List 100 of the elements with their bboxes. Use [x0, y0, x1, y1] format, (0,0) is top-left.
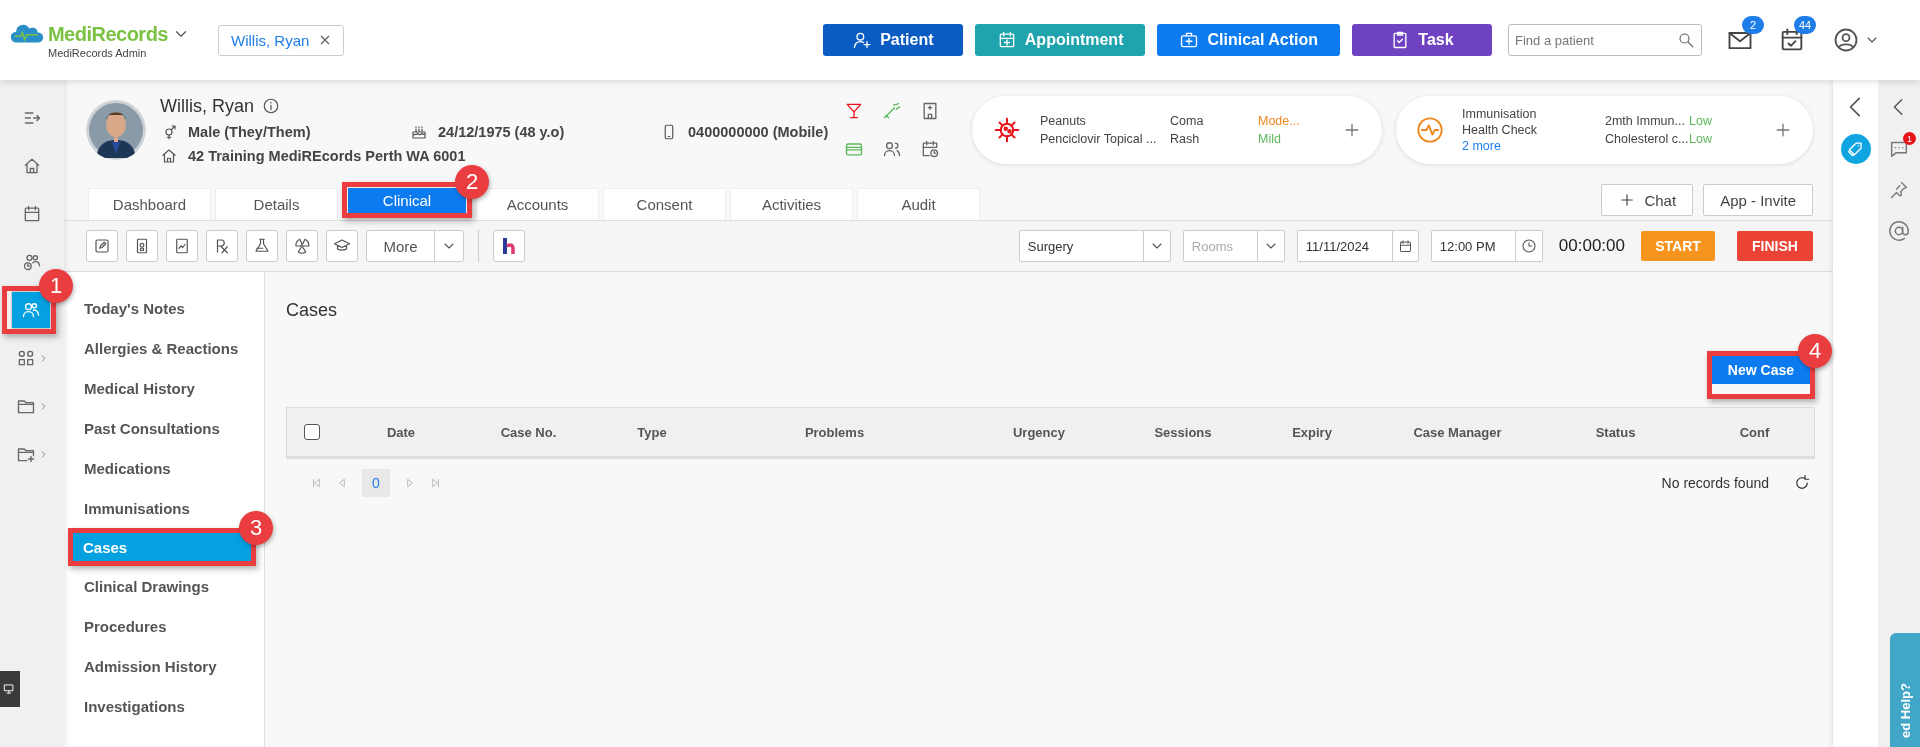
column-header[interactable]: Conf [1695, 424, 1814, 440]
finish-button[interactable]: FINISH [1737, 231, 1813, 261]
tab[interactable]: Consent [603, 188, 726, 220]
info-icon [262, 97, 280, 115]
previous-page-icon [336, 477, 348, 489]
people-icon [882, 139, 902, 159]
empty-message: No records found [1661, 475, 1769, 491]
column-header[interactable]: Problems [712, 424, 957, 440]
tool-button[interactable] [126, 230, 158, 262]
menu-item[interactable]: Past Consultations [64, 408, 264, 448]
search-icon [1677, 31, 1695, 49]
column-header[interactable]: Expiry [1245, 424, 1379, 440]
count-badge: 1 [1903, 132, 1916, 145]
close-icon[interactable] [319, 34, 332, 46]
refresh-icon [1793, 474, 1811, 492]
new-case-button[interactable]: New Case [1711, 356, 1810, 384]
home-icon [22, 156, 42, 176]
allergy-reaction: Coma [1170, 114, 1205, 128]
edit-note-icon [93, 237, 111, 255]
tool-button[interactable] [206, 230, 238, 262]
action-button[interactable]: Task [1352, 24, 1492, 56]
menu-item[interactable]: Allergies & Reactions [64, 328, 264, 368]
flask-icon [253, 237, 271, 255]
tool-button[interactable] [246, 230, 278, 262]
result-status: Low [1689, 114, 1713, 128]
action-button[interactable]: Patient [822, 24, 963, 56]
menu-item[interactable]: Admission History [64, 646, 264, 686]
rail-button[interactable] [11, 291, 51, 329]
brand-name: MediRecords [47, 22, 168, 46]
more-link[interactable]: 2 more [1462, 139, 1587, 153]
medical-case-icon [1179, 30, 1200, 50]
alert-item: Health Check [1462, 123, 1539, 137]
tool-button[interactable] [166, 230, 198, 262]
monitor-icon [3, 682, 17, 696]
allergy-severity: Mode... [1258, 114, 1301, 128]
search-field[interactable]: Find a patient [1508, 24, 1702, 56]
checkbox[interactable] [304, 424, 320, 440]
menu-item[interactable]: Investigations [64, 686, 264, 726]
date-field[interactable]: 11/11/2024 [1296, 230, 1419, 262]
app-logo-button[interactable] [493, 230, 525, 262]
calendar-icon [1397, 238, 1413, 254]
menu-item[interactable]: Medications [64, 448, 264, 488]
tab[interactable]: Activities [730, 188, 853, 220]
column-header[interactable]: Case Manager [1379, 424, 1536, 440]
menu-item[interactable]: Clinical Drawings [64, 566, 264, 606]
header-button[interactable]: Chat [1601, 184, 1694, 216]
patient-gender: Male (They/Them) [188, 123, 311, 140]
tab[interactable]: Clinical [347, 187, 467, 213]
tool-button[interactable] [286, 230, 318, 262]
tab[interactable]: Dashboard [88, 188, 211, 220]
tab[interactable]: Details [215, 188, 338, 220]
patient-dob: 24/12/1975 (48 y.o) [438, 123, 565, 140]
calendar-clock-icon [920, 139, 940, 159]
tag-button[interactable] [1840, 134, 1871, 164]
step-badge: 3 [239, 511, 273, 545]
column-header[interactable]: Sessions [1121, 424, 1245, 440]
allergy-substance: Penciclovir Topical ... [1040, 132, 1158, 146]
menu-item[interactable]: Medical History [64, 368, 264, 408]
page-title: Cases [286, 300, 339, 321]
result-name: Cholesterol c... [1605, 132, 1689, 146]
timer: 00:00:00 [1558, 236, 1625, 256]
brand-subtitle: MediRecords Admin [47, 47, 148, 59]
column-header[interactable]: Type [592, 424, 712, 440]
action-button[interactable]: Clinical Action [1157, 24, 1340, 56]
more-dropdown[interactable]: More [366, 230, 464, 262]
people-clock-icon [22, 252, 42, 272]
result-name: 2mth Immun... [1605, 114, 1686, 128]
time-field[interactable]: 12:00 PM [1430, 230, 1543, 262]
h-logo-icon [502, 237, 516, 255]
at-sign-icon [1888, 220, 1910, 242]
column-header[interactable]: Date [337, 424, 465, 440]
count-badge: 2 [1742, 16, 1764, 34]
allergy-severity: Mild [1258, 132, 1282, 146]
allergy-substance: Peanuts [1040, 114, 1087, 128]
step-badge: 4 [1798, 334, 1832, 368]
user-avatar-icon [1832, 26, 1860, 54]
location-select[interactable]: Surgery [1018, 230, 1171, 262]
column-header[interactable]: Case No. [465, 424, 592, 440]
radiation-icon [293, 237, 311, 255]
step-badge: 2 [455, 165, 489, 199]
patient-address: 42 Training MediREcords Perth WA 6001 [188, 147, 466, 164]
next-page-icon [404, 477, 416, 489]
pulse-icon [1416, 116, 1444, 144]
tab[interactable]: Audit [857, 188, 980, 220]
tool-button[interactable] [86, 230, 118, 262]
tab[interactable]: Accounts [476, 188, 599, 220]
patient-phone: 0400000000 (Mobile) [688, 123, 829, 140]
pin-icon [1889, 180, 1909, 200]
people-icon [21, 300, 41, 320]
alert-item: Immunisation [1462, 107, 1538, 121]
column-header[interactable]: Urgency [957, 424, 1121, 440]
add-person-icon [852, 30, 873, 50]
tool-button[interactable] [326, 230, 358, 262]
menu-item[interactable]: Procedures [64, 606, 264, 646]
open-patient-tab[interactable]: Willis, Ryan [218, 24, 345, 56]
header-button[interactable]: App - Invite [1703, 184, 1813, 216]
side-tab[interactable] [0, 671, 20, 707]
result-status: Low [1689, 132, 1713, 146]
column-header[interactable]: Status [1536, 424, 1695, 440]
calendar-icon [22, 204, 42, 224]
